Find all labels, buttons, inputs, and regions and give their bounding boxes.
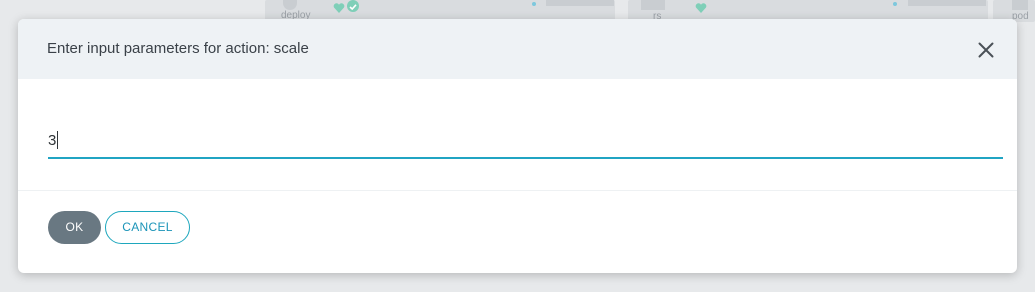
cancel-button[interactable]: CANCEL [105,211,190,244]
parameter-input[interactable] [48,127,1003,153]
dialog-header: Enter input parameters for action: scale [18,19,1017,79]
dialog-footer: OK CANCEL [18,190,1017,273]
check-icon [347,0,359,12]
connector-dot [532,2,536,6]
action-parameters-dialog: Enter input parameters for action: scale… [18,19,1017,273]
heart-icon [333,0,345,13]
dialog-body [18,79,1017,190]
text-cursor [57,131,58,149]
connector-bar [908,0,986,6]
connector-bar [546,0,614,6]
ok-button[interactable]: OK [48,211,101,244]
connector-dot [893,2,897,6]
pod-icon [1012,0,1028,10]
parameter-input-wrapper [48,127,1003,159]
close-icon [974,38,998,62]
heart-icon [695,0,707,13]
dialog-title: Enter input parameters for action: scale [47,40,309,57]
replicaset-icon [641,0,665,10]
close-button[interactable] [974,38,998,62]
